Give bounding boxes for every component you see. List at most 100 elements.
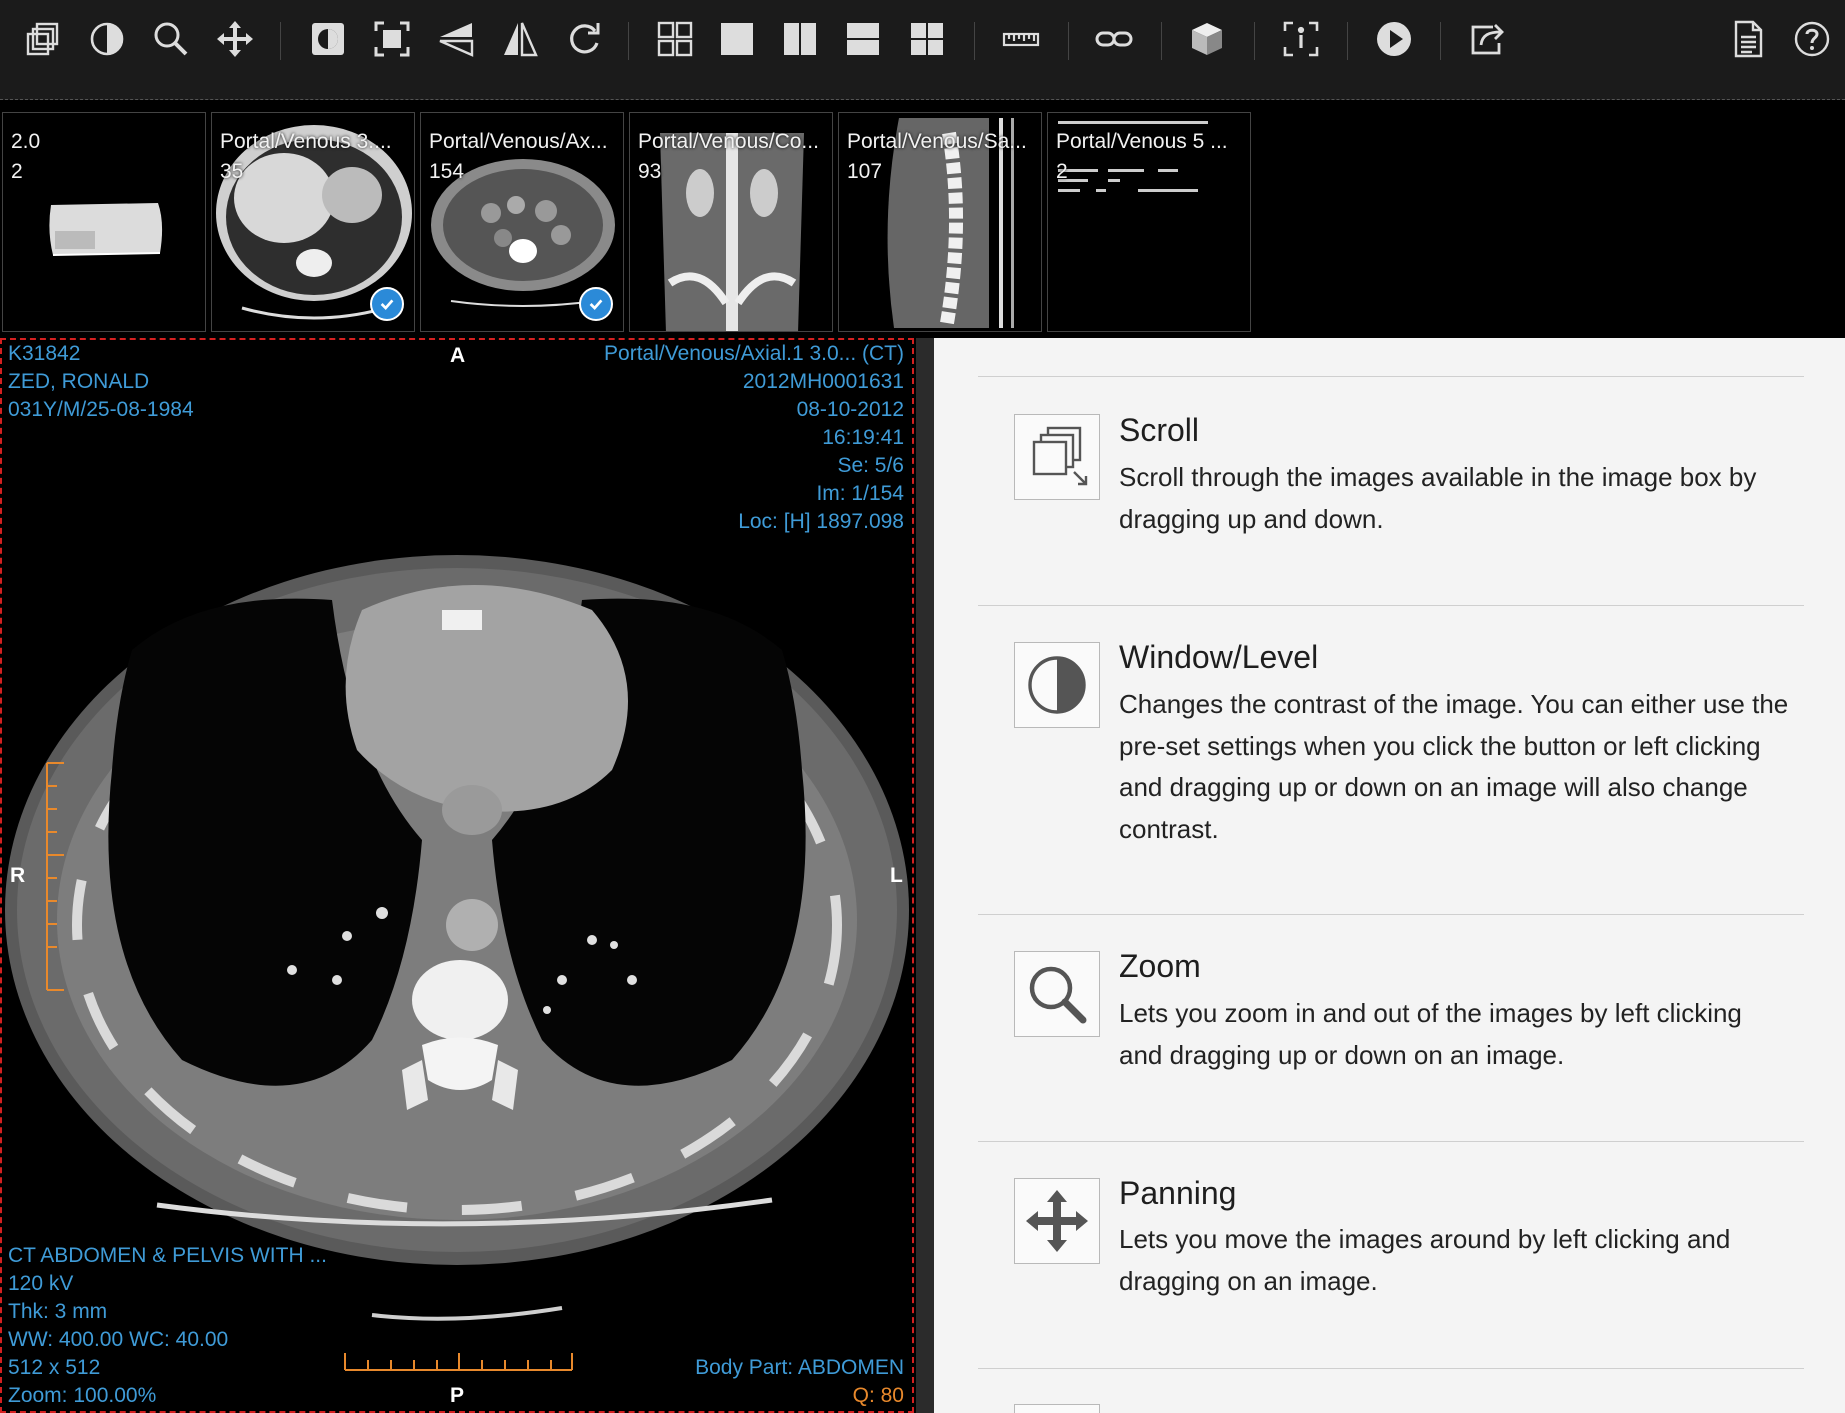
- link-icon: [1095, 31, 1133, 47]
- flip-horizontal-icon: [439, 23, 474, 57]
- thumbnail-description: 2.0: [11, 130, 41, 153]
- scroll-icon: [26, 22, 59, 56]
- help-item-title: Zoom: [1119, 948, 1201, 984]
- invert-button[interactable]: [303, 14, 353, 64]
- patient-info: 031Y/M/25-08-1984: [8, 398, 194, 421]
- thumbnail-image-count: 2: [11, 160, 23, 183]
- thumbnail-label: 2.0 2: [11, 127, 40, 187]
- fit-icon: [374, 21, 410, 57]
- help-item-description: Scroll through the images available in t…: [1119, 462, 1757, 534]
- share-button[interactable]: [1462, 14, 1512, 64]
- overlay-bottom-left: CT ABDOMEN & PELVIS WITH ... 120 kV Thk:…: [8, 1242, 327, 1410]
- quality-value: Q: 80: [852, 1384, 904, 1407]
- selected-check-icon: [370, 287, 404, 321]
- study-description: CT ABDOMEN & PELVIS WITH ...: [8, 1244, 327, 1267]
- thumbnail-description: Portal/Venous 5 ...: [1056, 130, 1228, 153]
- slice-location: Loc: [H] 1897.098: [738, 510, 904, 533]
- zoom-icon: [1029, 966, 1087, 1024]
- flip-horizontal-button[interactable]: [431, 14, 481, 64]
- patient-name: ZED, RONALD: [8, 370, 150, 393]
- divider: [978, 1368, 1804, 1369]
- help-item-description: Changes the contrast of the image. You c…: [1119, 689, 1789, 844]
- flip-vertical-icon: [504, 22, 538, 57]
- layout-2x1-icon: [847, 23, 879, 55]
- tube-voltage: 120 kV: [8, 1272, 74, 1295]
- divider: [978, 914, 1804, 915]
- window-values: WW: 400.00 WC: 40.00: [8, 1328, 229, 1351]
- invert-icon: [312, 23, 344, 55]
- image-viewport[interactable]: K31842 ZED, RONALD 031Y/M/25-08-1984 Por…: [0, 338, 914, 1413]
- body-part: Body Part: ABDOMEN: [695, 1356, 904, 1379]
- orientation-top: A: [450, 344, 466, 367]
- divider: [978, 376, 1804, 377]
- image-matrix: 512 x 512: [8, 1356, 101, 1379]
- 3d-button[interactable]: [1182, 14, 1232, 64]
- overlay-top-right: Portal/Venous/Axial.1 3.0... (CT) 2012MH…: [604, 340, 904, 536]
- report-button[interactable]: [1723, 14, 1773, 64]
- help-item-pan-icon-box: [1014, 1178, 1100, 1264]
- pan-tool-button[interactable]: [210, 14, 260, 64]
- series-thumbnail-6[interactable]: Portal/Venous 5 ... 2: [1047, 112, 1251, 332]
- divider: [978, 605, 1804, 606]
- toolbar: [0, 0, 1845, 100]
- thumbnail-label: Portal/Venous/Ax... 154: [429, 127, 608, 187]
- study-date: 08-10-2012: [796, 398, 904, 421]
- thumbnail-image-count: 154: [429, 160, 465, 183]
- pan-icon: [217, 21, 253, 57]
- orientation-bottom: P: [450, 1384, 465, 1407]
- layout-1x2-button[interactable]: [775, 14, 825, 64]
- series-thumbnail-1[interactable]: 2.0 2: [2, 112, 206, 332]
- scroll-tool-button[interactable]: [18, 14, 68, 64]
- share-icon: [1471, 24, 1504, 55]
- series-thumbnail-2[interactable]: Portal/Venous 3.... 35: [211, 112, 415, 332]
- window-level-icon: [90, 22, 124, 56]
- orientation-right: L: [890, 864, 903, 887]
- link-button[interactable]: [1089, 14, 1139, 64]
- report-icon: [1734, 20, 1763, 58]
- series-thumbnail-strip: 2.0 2 Portal/Venous 3.... 35 Portal/Veno…: [0, 110, 1845, 336]
- series-number: Se: 5/6: [837, 454, 904, 477]
- series-thumbnail-3[interactable]: Portal/Venous/Ax... 154: [420, 112, 624, 332]
- layout-2x2-icon: [911, 23, 943, 55]
- help-button[interactable]: [1787, 14, 1837, 64]
- window-level-tool-button[interactable]: [82, 14, 132, 64]
- thumbnail-image-count: 35: [220, 160, 244, 183]
- pan-icon: [1026, 1190, 1088, 1252]
- help-item-description: Lets you move the images around by left …: [1119, 1224, 1731, 1296]
- thumbnail-description: Portal/Venous 3....: [220, 130, 392, 153]
- window-level-icon: [1028, 656, 1086, 714]
- fit-button[interactable]: [367, 14, 417, 64]
- layout-grid-button[interactable]: [650, 14, 700, 64]
- info-frame-icon: [1283, 21, 1319, 57]
- thumbnail-label: Portal/Venous 5 ... 2: [1056, 127, 1228, 187]
- layout-2x1-button[interactable]: [838, 14, 888, 64]
- thumbnail-description: Portal/Venous/Sa...: [847, 130, 1027, 153]
- divider: [978, 1141, 1804, 1142]
- series-thumbnail-5[interactable]: Portal/Venous/Sa... 107: [838, 112, 1042, 332]
- thumbnail-image-count: 107: [847, 160, 883, 183]
- flip-vertical-button[interactable]: [495, 14, 545, 64]
- thumbnail-label: Portal/Venous/Co... 93: [638, 127, 819, 187]
- help-item-next-icon-box: [1014, 1404, 1100, 1413]
- zoom-tool-button[interactable]: [146, 14, 196, 64]
- ruler-button[interactable]: [996, 14, 1046, 64]
- thumbnail-image-count: 2: [1056, 160, 1068, 183]
- accession-number: 2012MH0001631: [742, 370, 904, 393]
- panel-scrollbar[interactable]: [916, 338, 934, 1413]
- layout-1x1-icon: [721, 23, 753, 55]
- layout-1x1-button[interactable]: [712, 14, 762, 64]
- layout-2x2-button[interactable]: [902, 14, 952, 64]
- info-frame-button[interactable]: [1276, 14, 1326, 64]
- zoom-level: Zoom: 100.00%: [8, 1384, 157, 1407]
- zoom-icon: [154, 22, 188, 56]
- thumbnail-description: Portal/Venous/Ax...: [429, 130, 608, 153]
- thumbnail-image-count: 93: [638, 160, 662, 183]
- help-item-description: Lets you zoom in and out of the images b…: [1119, 998, 1742, 1070]
- help-item-scroll-icon-box: [1014, 414, 1100, 500]
- rotate-button[interactable]: [559, 14, 609, 64]
- play-button[interactable]: [1369, 14, 1419, 64]
- image-number: Im: 1/154: [816, 482, 904, 505]
- overlay-bottom-right: Body Part: ABDOMEN Q: 80: [695, 1354, 904, 1410]
- series-thumbnail-4[interactable]: Portal/Venous/Co... 93: [629, 112, 833, 332]
- help-item-title: Scroll: [1119, 412, 1200, 448]
